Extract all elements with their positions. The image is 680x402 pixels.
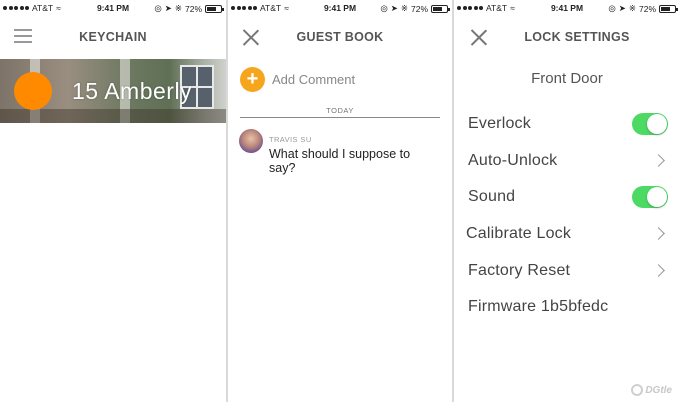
location-icon: ➤ xyxy=(390,3,398,13)
avatar[interactable] xyxy=(239,129,263,153)
lock-rotation-icon: ◎ xyxy=(380,3,388,13)
setting-row-calibrate-lock[interactable]: Calibrate Lock xyxy=(454,220,680,250)
add-comment-label: Add Comment xyxy=(272,72,356,87)
toggle-knob xyxy=(647,187,667,207)
status-bar: AT&T ≈ 9:41 PM ◎ ➤ ※ 72% xyxy=(0,0,226,16)
battery-percent: 72% xyxy=(184,3,202,14)
battery-percent: 72% xyxy=(638,3,656,14)
everlock-toggle[interactable] xyxy=(632,113,668,135)
door-name: Front Door xyxy=(531,70,603,87)
lock-status-dot xyxy=(14,72,52,110)
watermark-logo-icon xyxy=(631,384,644,396)
setting-label: Auto-Unlock xyxy=(468,152,558,169)
chevron-right-icon xyxy=(652,264,665,277)
chevron-right-icon xyxy=(652,154,665,167)
battery-fill xyxy=(433,6,442,11)
battery-icon xyxy=(431,4,450,13)
chevron-right-icon xyxy=(652,227,665,240)
location-icon: ➤ xyxy=(618,3,626,13)
status-bar: AT&T ≈ 9:41 PM ◎ ➤ ※ 72% xyxy=(228,0,452,16)
plus-icon: + xyxy=(240,67,265,92)
page-title: LOCK SETTINGS xyxy=(524,30,630,44)
watermark: DGtle xyxy=(631,384,672,396)
status-bar: AT&T ≈ 9:41 PM ◎ ➤ ※ 72% xyxy=(454,0,680,16)
date-divider: TODAY xyxy=(240,106,440,118)
firmware-version: Firmware 1b5bfedc xyxy=(468,298,609,315)
setting-row-factory-reset[interactable]: Factory Reset xyxy=(454,257,680,287)
sound-toggle[interactable] xyxy=(632,186,668,208)
setting-row-auto-unlock[interactable]: Auto-Unlock xyxy=(454,147,680,177)
comment-author: TRAVIS SU xyxy=(269,135,312,144)
page-title: GUEST BOOK xyxy=(296,30,384,44)
battery-fill xyxy=(661,6,670,11)
toggle-knob xyxy=(647,114,667,134)
house-porch xyxy=(0,109,226,123)
setting-label: Sound xyxy=(468,188,516,205)
watermark-text: DGtle xyxy=(645,384,672,396)
comment-text: What should I suppose to say? xyxy=(269,147,411,175)
lock-settings-screen: AT&T ≈ 9:41 PM ◎ ➤ ※ 72% LOCK SETTINGS F… xyxy=(454,0,680,402)
setting-row-everlock[interactable]: Everlock xyxy=(454,110,680,140)
setting-row-sound[interactable]: Sound xyxy=(454,183,680,213)
lock-rotation-icon: ◎ xyxy=(154,3,162,13)
guest-book-screen: AT&T ≈ 9:41 PM ◎ ➤ ※ 72% GUEST BOOK + Ad… xyxy=(228,0,452,402)
lock-name: 15 Amberly xyxy=(72,78,193,104)
location-icon: ➤ xyxy=(164,3,172,13)
setting-row-firmware: Firmware 1b5bfedc xyxy=(454,293,680,323)
bluetooth-icon: ※ xyxy=(400,3,408,13)
lock-card[interactable]: 15 Amberly xyxy=(0,59,226,123)
keychain-screen: AT&T ≈ 9:41 PM ◎ ➤ ※ 72% KEYCHAIN 15 Amb… xyxy=(0,0,226,402)
battery-percent: 72% xyxy=(410,3,428,14)
setting-label: Calibrate Lock xyxy=(466,225,572,242)
setting-label: Everlock xyxy=(468,115,531,132)
bluetooth-icon: ※ xyxy=(174,3,182,13)
bluetooth-icon: ※ xyxy=(628,3,636,13)
battery-fill xyxy=(207,6,216,11)
battery-icon xyxy=(205,4,224,13)
page-title: KEYCHAIN xyxy=(79,30,147,44)
date-divider-label: TODAY xyxy=(326,106,354,115)
battery-icon xyxy=(659,4,678,13)
lock-rotation-icon: ◎ xyxy=(608,3,616,13)
add-comment-button[interactable]: + Add Comment xyxy=(240,67,355,92)
setting-label: Factory Reset xyxy=(468,262,571,279)
